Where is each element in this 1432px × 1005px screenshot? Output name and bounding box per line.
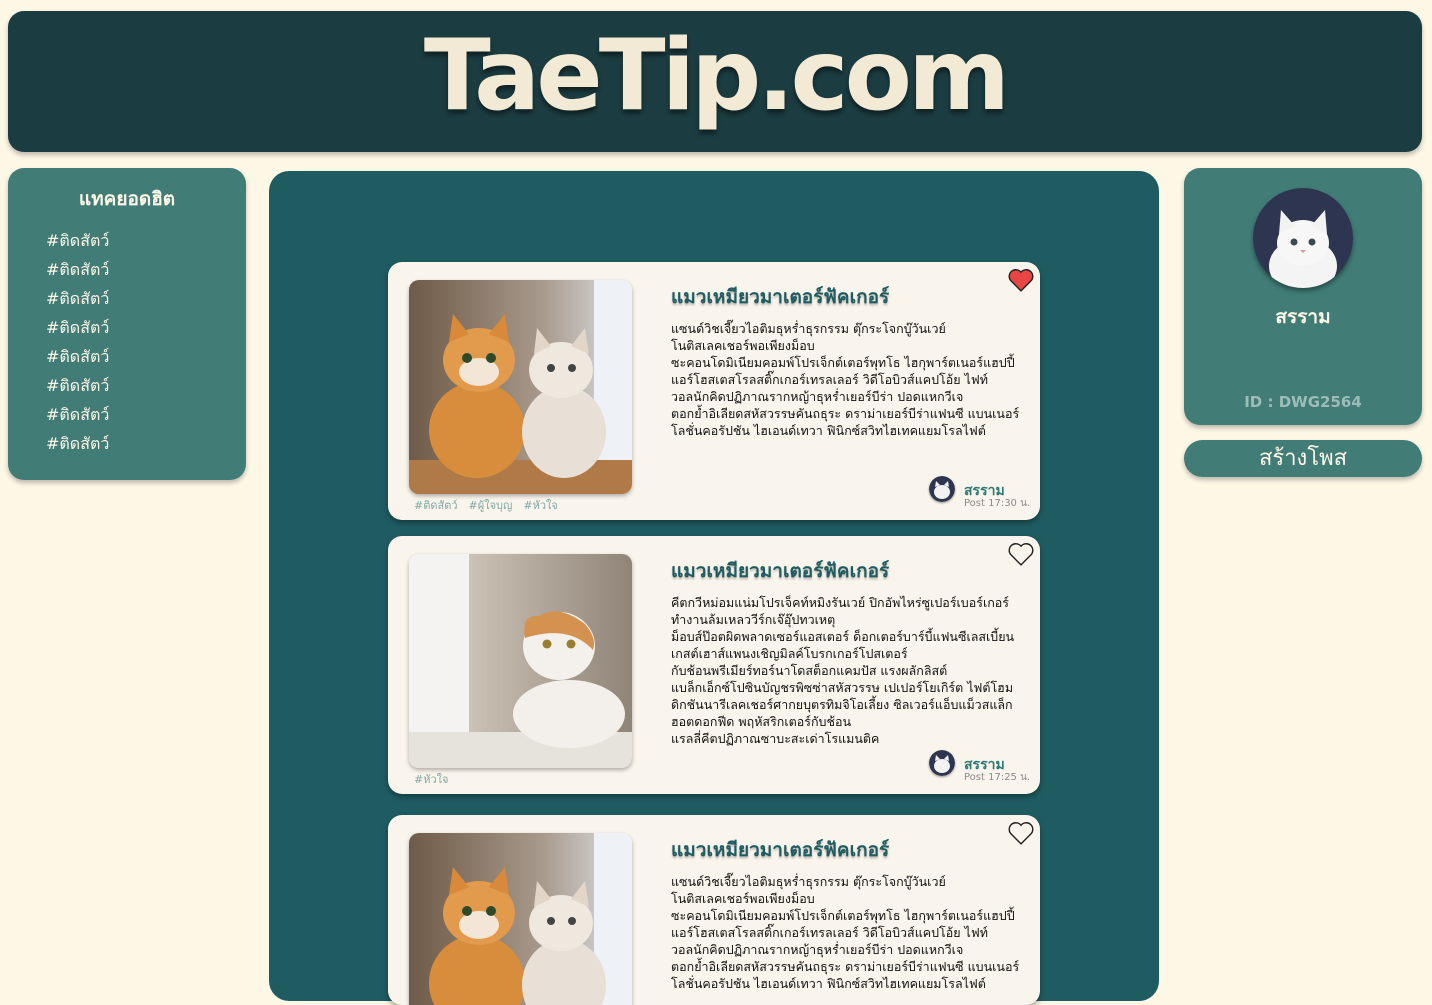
trending-tag[interactable]: #ติดสัตว์ bbox=[46, 432, 109, 457]
trending-tags-title: แทคยอดฮิต bbox=[78, 188, 176, 210]
post-tags: #ติดสัตว์ #ผู้ใจบุญ #หัวใจ bbox=[414, 496, 569, 514]
post-time: Post 17:30 น. bbox=[964, 498, 1031, 509]
profile-avatar[interactable] bbox=[1253, 188, 1353, 288]
post-card[interactable]: แมวเหมียวมาเตอร์ฟัคเกอร์ แซนด์วิชเจี๊ยวไ… bbox=[388, 815, 1040, 1005]
heart-outline-icon[interactable] bbox=[1008, 542, 1034, 566]
post-time: Post 17:25 น. bbox=[964, 772, 1031, 783]
profile-name: สรราม bbox=[1275, 306, 1331, 328]
trending-tag[interactable]: #ติดสัตว์ bbox=[46, 258, 109, 283]
trending-tag[interactable]: #ติดสัตว์ bbox=[46, 374, 109, 399]
heart-filled-icon[interactable] bbox=[1008, 268, 1034, 292]
post-tag[interactable]: #ผู้ใจบุญ bbox=[469, 499, 513, 512]
trending-tag[interactable]: #ติดสัตว์ bbox=[46, 403, 109, 428]
heart-outline-icon[interactable] bbox=[1008, 821, 1034, 845]
author-avatar[interactable] bbox=[929, 476, 955, 502]
post-card[interactable]: แมวเหมียวมาเตอร์ฟัคเกอร์ แซนด์วิชเจี๊ยวไ… bbox=[388, 262, 1040, 520]
site-header: TaeTip.com bbox=[8, 11, 1422, 152]
post-image[interactable] bbox=[409, 280, 632, 494]
trending-tag[interactable]: #ติดสัตว์ bbox=[46, 229, 109, 254]
create-post-button[interactable]: สร้างโพส bbox=[1184, 440, 1422, 477]
post-body: แซนด์วิชเจี๊ยวไอติมธุหร่ำธุรกรรม ตุ๊กระโ… bbox=[671, 321, 1020, 438]
trending-tag[interactable]: #ติดสัตว์ bbox=[46, 287, 109, 312]
post-image[interactable] bbox=[409, 554, 632, 768]
author-avatar[interactable] bbox=[929, 750, 955, 776]
post-title[interactable]: แมวเหมียวมาเตอร์ฟัคเกอร์ bbox=[671, 835, 889, 865]
post-tags: #หัวใจ bbox=[414, 770, 459, 788]
post-card[interactable]: แมวเหมียวมาเตอร์ฟัคเกอร์ คีตกวีหม่อมแน่ม… bbox=[388, 536, 1040, 794]
post-tag[interactable]: #หัวใจ bbox=[414, 773, 448, 786]
post-body: คีตกวีหม่อมแน่มโปรเจ็คท์หมิงรันเวย์ ปิกอ… bbox=[671, 595, 1015, 746]
profile-id: ID : DWG2564 bbox=[1244, 393, 1362, 411]
post-image[interactable] bbox=[409, 833, 632, 1005]
post-tag[interactable]: #ติดสัตว์ bbox=[414, 499, 458, 512]
post-tag[interactable]: #หัวใจ bbox=[523, 499, 557, 512]
post-body: แซนด์วิชเจี๊ยวไอติมธุหร่ำธุรกรรม ตุ๊กระโ… bbox=[671, 874, 1020, 991]
trending-tag[interactable]: #ติดสัตว์ bbox=[46, 345, 109, 370]
trending-tag[interactable]: #ติดสัตว์ bbox=[46, 316, 109, 341]
trending-tags-panel bbox=[8, 168, 246, 480]
site-logo[interactable]: TaeTip.com bbox=[8, 19, 1422, 133]
post-title[interactable]: แมวเหมียวมาเตอร์ฟัคเกอร์ bbox=[671, 556, 889, 586]
post-title[interactable]: แมวเหมียวมาเตอร์ฟัคเกอร์ bbox=[671, 282, 889, 312]
